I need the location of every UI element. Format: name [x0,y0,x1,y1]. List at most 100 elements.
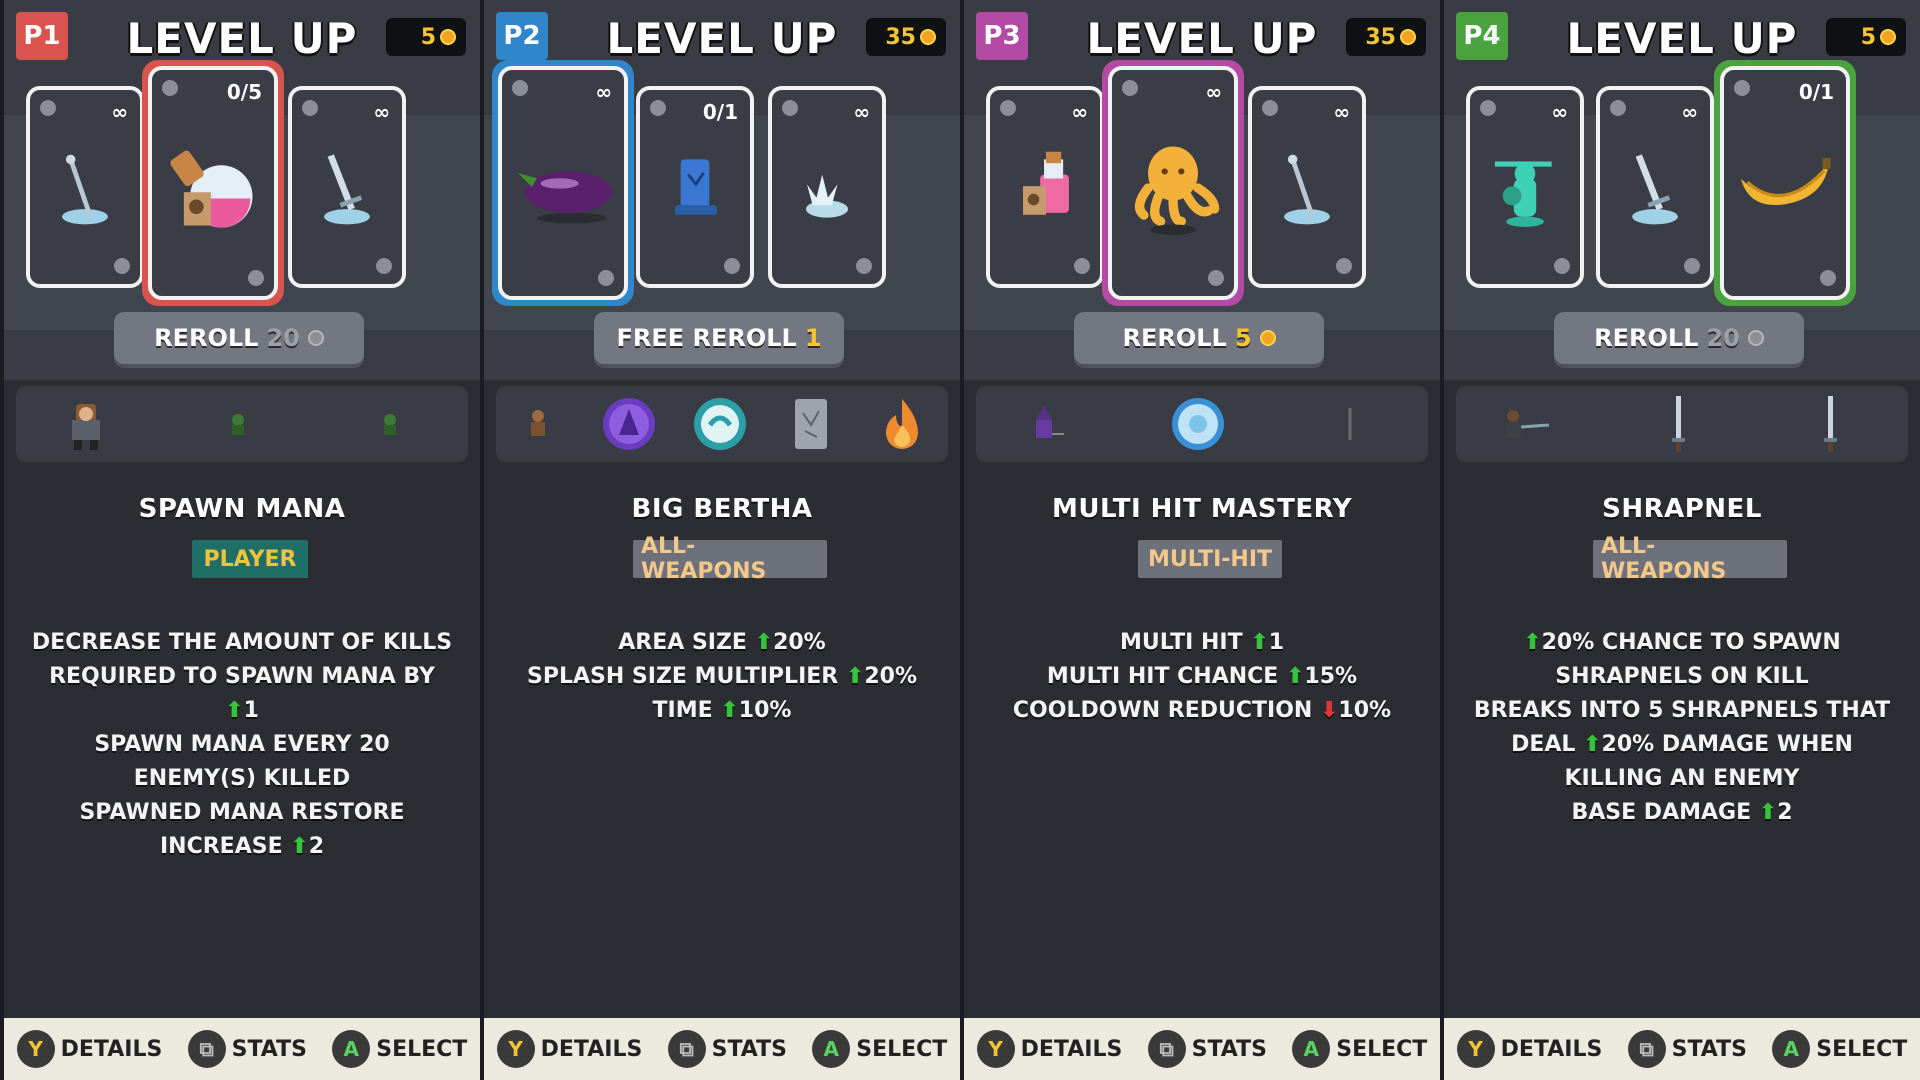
upgrade-card-3[interactable]: ∞ [1248,86,1366,288]
card-quantity: ∞ [373,100,390,124]
description-line: SPAWNED MANA RESTORE [79,800,405,825]
card-corner-dot [114,258,130,274]
upgrade-name: BIG BERTHA [631,494,813,524]
flame-icon[interactable] [872,394,932,454]
description-line: ⬆20% CHANCE TO SPAWN [1523,630,1841,655]
select-hint[interactable]: A SELECT [1772,1030,1907,1068]
blue-orb-icon[interactable] [1168,394,1228,454]
card-corner-dot [782,100,798,116]
upgrade-card-1[interactable]: ∞ [498,66,628,300]
reroll-button[interactable]: REROLL 5 [1074,312,1324,364]
wizard-icon[interactable] [1016,394,1076,454]
details-hint[interactable]: Y DETAILS [496,1030,642,1068]
coin-icon [920,29,936,45]
purple-orb-icon[interactable] [599,394,659,454]
card-quantity: 0/5 [226,80,262,104]
swordsman-icon[interactable] [1496,394,1556,454]
reroll-cost: 5 [1234,324,1252,352]
description-line: REQUIRED TO SPAWN MANA BY [49,664,435,689]
upgrade-card-3[interactable]: ∞ [288,86,406,288]
description-line: SPLASH SIZE MULTIPLIER ⬆20% [527,664,917,689]
spellbook-icon[interactable] [781,394,841,454]
upgrade-tag: ALL-WEAPONS [1593,534,1787,584]
stats-hint[interactable]: ⧉ STATS [187,1030,307,1068]
select-hint[interactable]: A SELECT [332,1030,467,1068]
octopus-icon [1121,134,1225,242]
card-corner-dot [1480,100,1496,116]
sword-icon [304,146,390,236]
controller-hints: Y DETAILS ⧉ STATS A SELECT [964,1018,1440,1080]
description-line: INCREASE ⬆2 [159,834,325,859]
player-panel-1: P1 LEVEL UP 5 ∞ 0/5 ∞ REROLL 20 SPAWN MANA… [4,0,480,1080]
warrior-icon[interactable] [56,394,116,454]
card-corner-dot [650,100,666,116]
upgrade-card-3[interactable]: ∞ [768,86,886,288]
details-label: DETAILS [1500,1036,1603,1062]
upgrade-card-2[interactable]: 0/1 [636,86,754,288]
blade-icon[interactable] [1648,394,1708,454]
details-hint[interactable]: Y DETAILS [16,1030,162,1068]
staff-icon [1264,146,1350,236]
goblin-icon[interactable] [208,394,268,454]
card-quantity: ∞ [595,80,612,104]
upgrade-tag: MULTI-HIT [1138,540,1282,578]
player-panel-3: P3 LEVEL UP 35 ∞ ∞ ∞ REROLL 5 MULTI HIT MA… [964,0,1440,1080]
upgrade-card-1[interactable]: ∞ [986,86,1104,288]
card-corner-dot [302,100,318,116]
stats-hint[interactable]: ⧉ STATS [1627,1030,1747,1068]
details-hint[interactable]: Y DETAILS [976,1030,1123,1068]
card-corner-dot [1000,100,1016,116]
upgrade-description: DECREASE THE AMOUNT OF KILLS REQUIRED TO … [18,626,466,864]
reroll-cost: 1 [804,324,822,352]
upgrade-card-2[interactable]: ∞ [1108,66,1238,300]
select-hint[interactable]: A SELECT [1292,1030,1427,1068]
owned-items-bar [16,386,468,462]
y-button-icon: Y [1456,1030,1495,1068]
stats-hint[interactable]: ⧉ STATS [667,1030,787,1068]
potion-icon [1002,146,1088,236]
upgrade-card-2[interactable]: ∞ [1596,86,1714,288]
scarecrow-icon[interactable] [508,394,568,454]
coin-counter: 35 [866,18,946,56]
description-line: ⬆1 [225,698,259,723]
description-line: KILLING AN ENEMY [1564,766,1800,791]
view-button-icon: ⧉ [187,1030,226,1068]
details-label: DETAILS [1020,1036,1123,1062]
upgrade-card-3[interactable]: 0/1 [1720,66,1850,300]
coin-count: 35 [1365,24,1396,50]
stats-hint[interactable]: ⧉ STATS [1147,1030,1267,1068]
reroll-label: FREE REROLL [616,324,797,352]
upgrade-card-1[interactable]: ∞ [1466,86,1584,288]
reroll-cost: 20 [1706,324,1740,352]
wand-icon[interactable] [1320,394,1380,454]
knight-statue-icon [1482,146,1568,236]
blade-icon[interactable] [1800,394,1860,454]
blue-tome-icon [652,146,738,236]
card-corner-dot [1208,270,1224,286]
select-label: SELECT [856,1036,948,1062]
select-hint[interactable]: A SELECT [812,1030,947,1068]
reroll-button[interactable]: REROLL 20 [114,312,364,364]
a-button-icon: A [1772,1030,1811,1068]
reroll-button[interactable]: REROLL 20 [1554,312,1804,364]
player-panel-4: P4 LEVEL UP 5 ∞ ∞ 0/1 REROLL 20 SHRAPNEL AL… [1444,0,1920,1080]
description-line: BASE DAMAGE ⬆2 [1571,800,1793,825]
staff-icon [42,146,128,236]
card-quantity: ∞ [1071,100,1088,124]
coin-icon [1747,330,1764,346]
coin-icon [1259,330,1276,346]
teal-orb-icon[interactable] [690,394,750,454]
card-corner-dot [1262,100,1278,116]
eggplant-icon [511,134,615,242]
details-hint[interactable]: Y DETAILS [1456,1030,1603,1068]
upgrade-card-2[interactable]: 0/5 [148,66,278,300]
coin-count: 5 [420,24,436,50]
coin-icon [1400,29,1416,45]
reroll-button[interactable]: FREE REROLL 1 [594,312,844,364]
goblin-icon[interactable] [360,394,420,454]
controller-hints: Y DETAILS ⧉ STATS A SELECT [4,1018,480,1080]
card-corner-dot [40,100,56,116]
description-line: COOLDOWN REDUCTION ⬇10% [1012,698,1392,723]
upgrade-name: MULTI HIT MASTERY [1051,494,1353,524]
upgrade-card-1[interactable]: ∞ [26,86,144,288]
